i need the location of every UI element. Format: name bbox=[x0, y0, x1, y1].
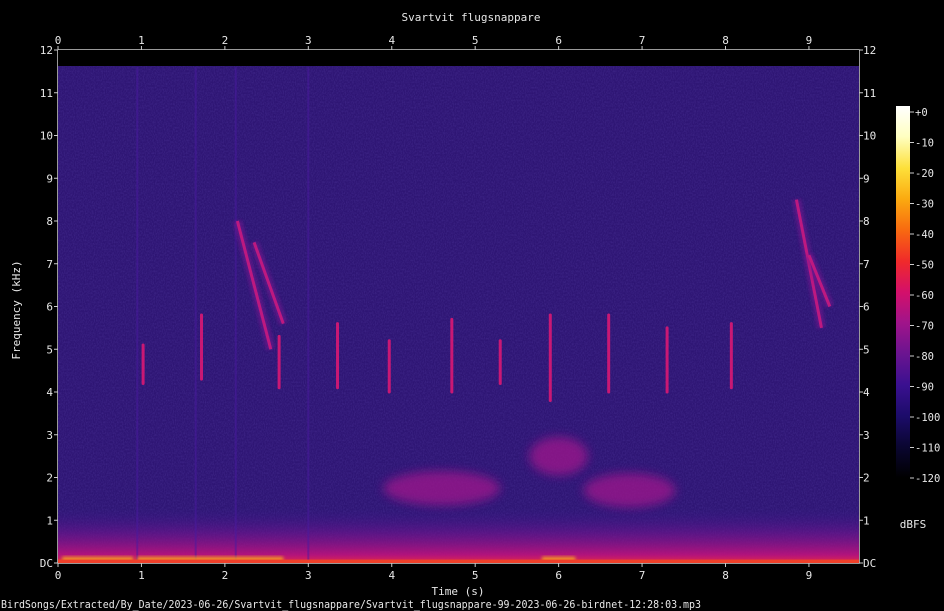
dc-line bbox=[58, 559, 859, 563]
y-tick-label-right: 1 bbox=[863, 514, 870, 527]
y-tick-label-left: 8 bbox=[46, 215, 53, 228]
colorbar-tick-label: -90 bbox=[915, 382, 934, 394]
x-tick-label-top: 5 bbox=[472, 34, 479, 47]
y-tick-label-left: 6 bbox=[46, 301, 53, 314]
x-tick-label-bottom: 4 bbox=[388, 569, 395, 582]
colorbar-tick-label: -100 bbox=[915, 412, 940, 424]
file-path-footer: BirdSongs/Extracted/By_Date/2023-06-26/S… bbox=[1, 599, 701, 611]
colorbar-tick-label: -70 bbox=[915, 321, 934, 333]
colorbar-tick-label: -60 bbox=[915, 290, 934, 302]
x-tick-label-bottom: 2 bbox=[222, 569, 229, 582]
x-tick-label-top: 4 bbox=[388, 34, 395, 47]
y-tick-label-right: 8 bbox=[863, 215, 870, 228]
y-tick-label-right: 3 bbox=[863, 429, 870, 442]
y-axis-label: Frequency (kHz) bbox=[10, 260, 23, 359]
energy-blob bbox=[383, 471, 501, 506]
energy-blob bbox=[529, 436, 588, 476]
x-tick-label-bottom: 6 bbox=[555, 569, 562, 582]
x-tick-label-bottom: 5 bbox=[472, 569, 479, 582]
y-tick-label-right: 4 bbox=[863, 386, 870, 399]
y-tick-label-left: 2 bbox=[46, 472, 53, 485]
y-tick-label-left: 3 bbox=[46, 429, 53, 442]
low-frequency-band bbox=[58, 508, 859, 563]
spectrogram-figure: Svartvit flugsnappare 001122334455667788… bbox=[1, 11, 940, 611]
y-tick-label-right: 9 bbox=[863, 172, 870, 185]
y-tick-label-left: 7 bbox=[46, 258, 53, 271]
y-tick-label-right: 11 bbox=[863, 87, 876, 100]
spectrogram-plot bbox=[58, 50, 859, 563]
colorbar: +0 -10 -20 -30 -40 -50 -60 -70 -80 -90 -100 -110 -12… bbox=[896, 106, 940, 531]
x-tick-label-top: 2 bbox=[222, 34, 229, 47]
colorbar-tick-label: +0 bbox=[915, 107, 928, 119]
y-tick-label-left: 10 bbox=[40, 130, 53, 143]
colorbar-ticks: +0 -10 -20 -30 -40 -50 -60 -70 -80 -90 -100 -110 -12… bbox=[910, 107, 940, 485]
y-tick-label-right: 5 bbox=[863, 343, 870, 356]
x-tick-label-bottom: 1 bbox=[138, 569, 145, 582]
y-tick-label-left: 9 bbox=[46, 172, 53, 185]
x-tick-label-bottom: 8 bbox=[722, 569, 729, 582]
y-tick-label-left: 1 bbox=[46, 514, 53, 527]
x-tick-label-bottom: 0 bbox=[55, 569, 62, 582]
x-tick-label-top: 0 bbox=[55, 34, 62, 47]
y-tick-label-right: 10 bbox=[863, 130, 876, 143]
x-tick-label-top: 6 bbox=[555, 34, 562, 47]
y-tick-label-right: DC bbox=[863, 557, 876, 570]
y-tick-label-right: 12 bbox=[863, 44, 876, 57]
x-tick-label-top: 7 bbox=[639, 34, 646, 47]
x-tick-label-top: 9 bbox=[806, 34, 813, 47]
x-tick-label-bottom: 9 bbox=[806, 569, 813, 582]
colorbar-tick-label: -120 bbox=[915, 473, 940, 485]
colorbar-strip bbox=[896, 106, 910, 478]
colorbar-tick-label: -50 bbox=[915, 260, 934, 272]
colorbar-tick-label: -80 bbox=[915, 351, 934, 363]
y-tick-label-left: 11 bbox=[40, 87, 53, 100]
y-tick-label-right: 2 bbox=[863, 472, 870, 485]
x-tick-label-top: 3 bbox=[305, 34, 312, 47]
energy-blob bbox=[583, 473, 676, 508]
colorbar-tick-label: -30 bbox=[915, 199, 934, 211]
y-tick-label-right: 6 bbox=[863, 301, 870, 314]
chart-title: Svartvit flugsnappare bbox=[401, 11, 540, 24]
colorbar-tick-label: -110 bbox=[915, 443, 940, 455]
x-tick-label-top: 8 bbox=[722, 34, 729, 47]
y-tick-label-left: 12 bbox=[40, 44, 53, 57]
colorbar-tick-label: -40 bbox=[915, 229, 934, 241]
y-tick-label-right: 7 bbox=[863, 258, 870, 271]
colorbar-label: dBFS bbox=[900, 518, 927, 531]
y-tick-label-left: 5 bbox=[46, 343, 53, 356]
colorbar-tick-label: -10 bbox=[915, 138, 934, 150]
y-tick-label-left: 4 bbox=[46, 386, 53, 399]
x-tick-label-bottom: 7 bbox=[639, 569, 646, 582]
x-tick-label-top: 1 bbox=[138, 34, 145, 47]
x-axis-label: Time (s) bbox=[432, 585, 485, 598]
y-tick-label-left: DC bbox=[40, 557, 53, 570]
colorbar-tick-label: -20 bbox=[915, 168, 934, 180]
x-tick-label-bottom: 3 bbox=[305, 569, 312, 582]
